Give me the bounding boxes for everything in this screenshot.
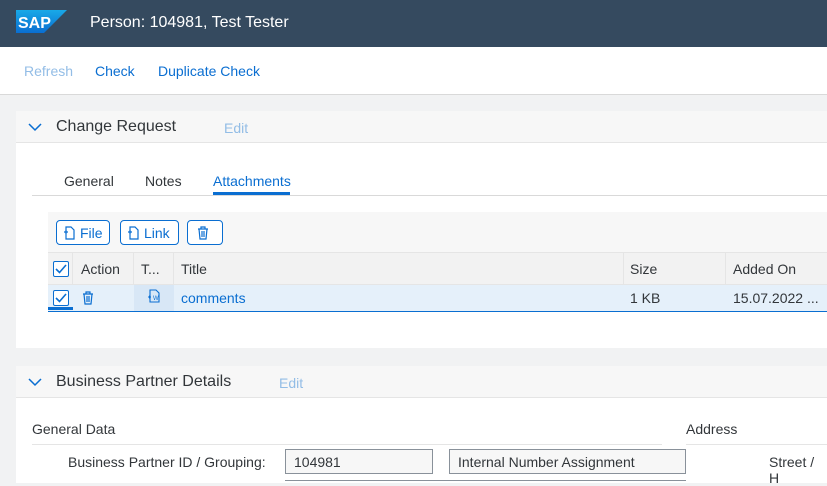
street-label: Street / H <box>769 454 815 486</box>
delete-button[interactable] <box>187 220 223 245</box>
add-file-button[interactable]: File <box>56 220 110 245</box>
select-all-cell <box>48 253 73 284</box>
trash-icon[interactable] <box>82 291 94 305</box>
attachment-added-on: 15.07.2022 ... <box>733 290 819 306</box>
attachments-panel: File Link Action T... Title Size Added O… <box>48 212 827 312</box>
row-selection-indicator <box>48 307 73 310</box>
checkmark-icon <box>55 293 67 303</box>
add-document-icon <box>64 225 75 240</box>
general-data-heading: General Data <box>32 421 116 437</box>
checkmark-icon <box>55 264 67 274</box>
grouping-field[interactable] <box>449 449 686 474</box>
bp-id-label: Business Partner ID / Grouping: <box>68 454 266 470</box>
bp-details-edit-link[interactable]: Edit <box>279 375 303 391</box>
check-button[interactable]: Check <box>95 63 135 79</box>
chevron-down-icon[interactable] <box>28 377 42 387</box>
table-row[interactable]: W comments 1 KB 15.07.2022 ... <box>48 285 827 312</box>
address-divider <box>686 444 827 445</box>
shell-bar: SAP Person: 104981, Test Tester <box>0 0 827 47</box>
chevron-down-icon[interactable] <box>28 122 42 132</box>
type-cell: W <box>134 285 174 311</box>
tab-notes[interactable]: Notes <box>145 173 182 189</box>
add-link-button[interactable]: Link <box>120 220 179 245</box>
sap-logo[interactable]: SAP <box>16 10 67 33</box>
tab-attachments[interactable]: Attachments <box>213 173 291 189</box>
add-link-icon <box>128 225 139 240</box>
add-file-label: File <box>80 224 103 241</box>
svg-text:W: W <box>153 296 159 302</box>
change-request-header: Change Request Edit <box>16 111 827 143</box>
add-link-label: Link <box>144 224 170 241</box>
toolbar: Refresh Check Duplicate Check <box>0 47 827 95</box>
page-title: Person: 104981, Test Tester <box>90 14 289 31</box>
select-all-checkbox[interactable] <box>53 261 69 277</box>
bp-details-body: General Data Address Business Partner ID… <box>16 398 827 486</box>
tab-general[interactable]: General <box>64 173 114 189</box>
column-action[interactable]: Action <box>73 253 134 284</box>
word-document-icon: W <box>148 289 160 303</box>
change-request-title: Change Request <box>56 118 177 135</box>
row-checkbox[interactable] <box>53 290 69 306</box>
column-size[interactable]: Size <box>624 253 726 284</box>
bp-details-title: Business Partner Details <box>56 373 232 390</box>
table-header: Action T... Title Size Added On <box>48 252 827 285</box>
change-request-tabs: General Notes Attachments <box>32 166 827 196</box>
column-added-on[interactable]: Added On <box>726 253 827 284</box>
general-data-divider <box>32 444 662 445</box>
active-tab-indicator <box>213 192 290 195</box>
svg-text:SAP: SAP <box>18 15 51 32</box>
duplicate-check-button[interactable]: Duplicate Check <box>158 63 260 79</box>
attachment-size: 1 KB <box>630 290 661 306</box>
bp-details-header: Business Partner Details Edit <box>16 366 827 398</box>
change-request-edit-link[interactable]: Edit <box>224 120 248 136</box>
column-type[interactable]: T... <box>134 253 174 284</box>
attachment-title-link[interactable]: comments <box>181 290 246 306</box>
bp-id-field[interactable] <box>285 449 433 474</box>
address-heading: Address <box>686 421 738 437</box>
trash-icon <box>198 225 208 240</box>
refresh-button[interactable]: Refresh <box>24 63 73 79</box>
column-title[interactable]: Title <box>174 253 624 284</box>
